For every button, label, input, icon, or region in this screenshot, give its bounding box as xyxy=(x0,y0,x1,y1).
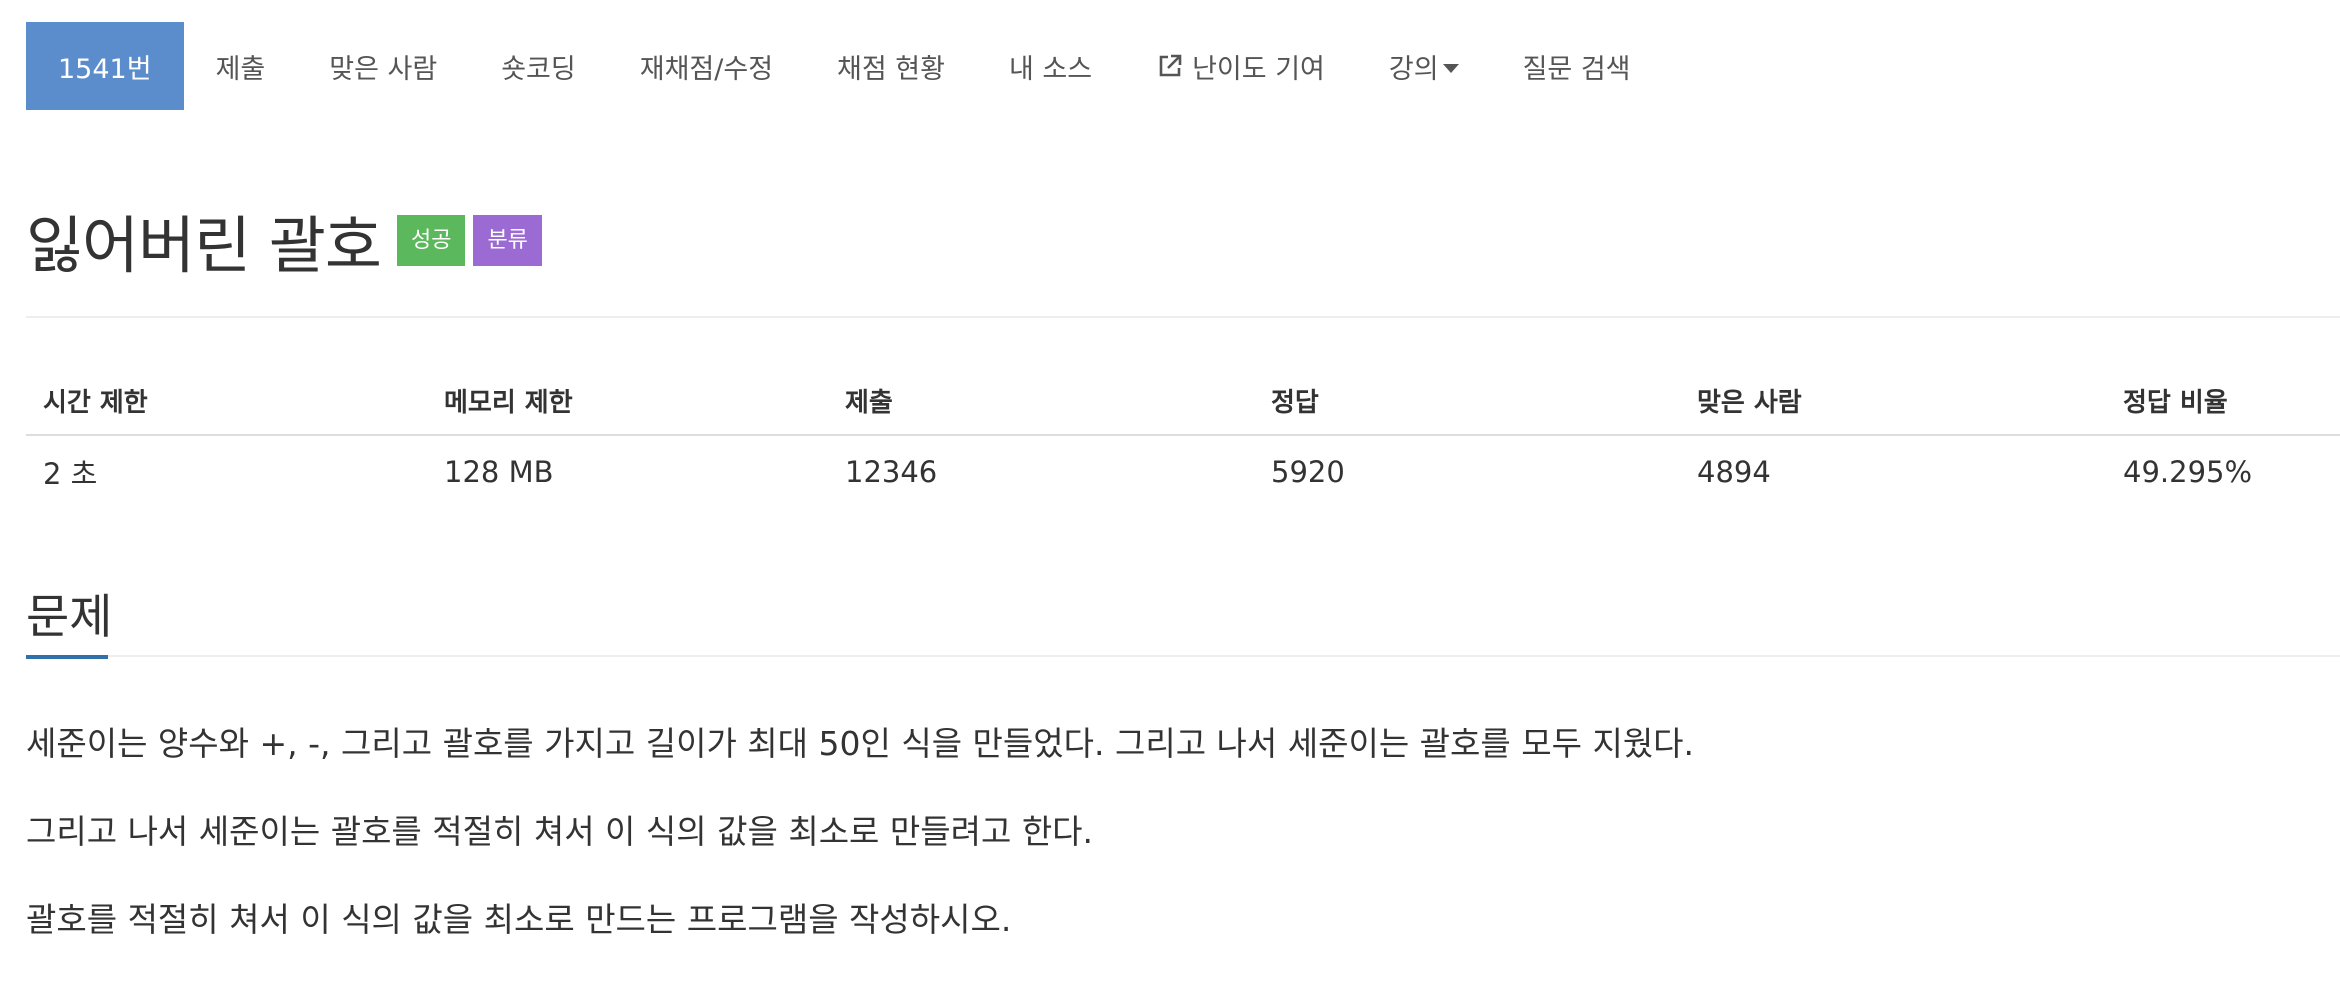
nav-tab-question-search[interactable]: 질문 검색 xyxy=(1491,22,1663,110)
cell-solved-users: 4894 xyxy=(1697,455,1771,489)
nav-tab-label: 강의 xyxy=(1388,53,1439,85)
header-submissions: 제출 xyxy=(828,366,1254,436)
nav-tab-label: 재채점/수정 xyxy=(639,53,774,85)
section-divider xyxy=(26,655,2340,657)
problem-description-line: 그리고 나서 세준이는 괄호를 적절히 쳐서 이 식의 값을 최소로 만들려고 … xyxy=(26,812,1094,851)
success-badge: 성공 xyxy=(396,214,466,266)
nav-tab-solved-users[interactable]: 맞은 사람 xyxy=(297,22,469,110)
section-accent-bar xyxy=(26,655,108,659)
nav-tab-label: 채점 현황 xyxy=(837,53,945,85)
nav-tab-problem[interactable]: 1541번 xyxy=(26,22,184,110)
table-row: 2 초 128 MB 12346 5920 4894 49.295% xyxy=(26,435,2340,508)
nav-tab-status[interactable]: 채점 현황 xyxy=(805,22,977,110)
nav-tab-label: 숏코딩 xyxy=(501,53,576,85)
nav-tab-label: 난이도 기여 xyxy=(1192,53,1325,85)
nav-tab-label: 질문 검색 xyxy=(1522,53,1631,85)
external-link-icon xyxy=(1156,52,1184,80)
cell-submissions: 12346 xyxy=(845,455,938,489)
header-solved-users: 맞은 사람 xyxy=(1680,366,2106,436)
nav-tab-label: 내 소스 xyxy=(1008,53,1093,85)
nav-tab-label: 제출 xyxy=(215,53,266,85)
section-title: 문제 xyxy=(26,590,113,645)
problem-title-row: 잃어버린 괄호 성공 분류 xyxy=(26,195,542,285)
header-accepted: 정답 xyxy=(1254,366,1680,436)
nav-tab-submit[interactable]: 제출 xyxy=(184,22,298,110)
problem-description-line: 괄호를 적절히 쳐서 이 식의 값을 최소로 만드는 프로그램을 작성하시오. xyxy=(26,900,1012,939)
cell-accept-ratio: 49.295% xyxy=(2123,455,2253,489)
problem-nav: 1541번 제출 맞은 사람 숏코딩 재채점/수정 채점 현황 내 소스 난이도… xyxy=(26,22,1663,110)
header-accept-ratio: 정답 비율 xyxy=(2106,366,2340,436)
nav-tab-short-coding[interactable]: 숏코딩 xyxy=(469,22,608,110)
table-header-row: 시간 제한 메모리 제한 제출 정답 맞은 사람 정답 비율 xyxy=(26,366,2340,436)
page-title: 잃어버린 괄호 xyxy=(26,209,382,282)
category-badge[interactable]: 분류 xyxy=(473,214,542,266)
nav-tab-difficulty[interactable]: 난이도 기여 xyxy=(1124,22,1357,110)
cell-accepted: 5920 xyxy=(1271,455,1345,489)
nav-tab-label: 1541번 xyxy=(58,53,152,85)
title-divider xyxy=(26,316,2340,318)
cell-time-limit: 2 초 xyxy=(43,457,98,491)
nav-tab-rejudge[interactable]: 재채점/수정 xyxy=(608,22,805,110)
header-time-limit: 시간 제한 xyxy=(26,366,427,436)
problem-description-line: 세준이는 양수와 +, -, 그리고 괄호를 가지고 길이가 최대 50인 식을… xyxy=(26,724,1695,763)
nav-tab-lecture-dropdown[interactable]: 강의 xyxy=(1357,22,1491,110)
nav-tab-my-source[interactable]: 내 소스 xyxy=(977,22,1124,110)
problem-info-table: 시간 제한 메모리 제한 제출 정답 맞은 사람 정답 비율 2 초 128 M… xyxy=(26,366,2340,508)
caret-down-icon xyxy=(1442,63,1459,73)
nav-tab-label: 맞은 사람 xyxy=(329,53,438,85)
header-memory-limit: 메모리 제한 xyxy=(427,366,828,436)
cell-memory-limit: 128 MB xyxy=(444,455,554,489)
